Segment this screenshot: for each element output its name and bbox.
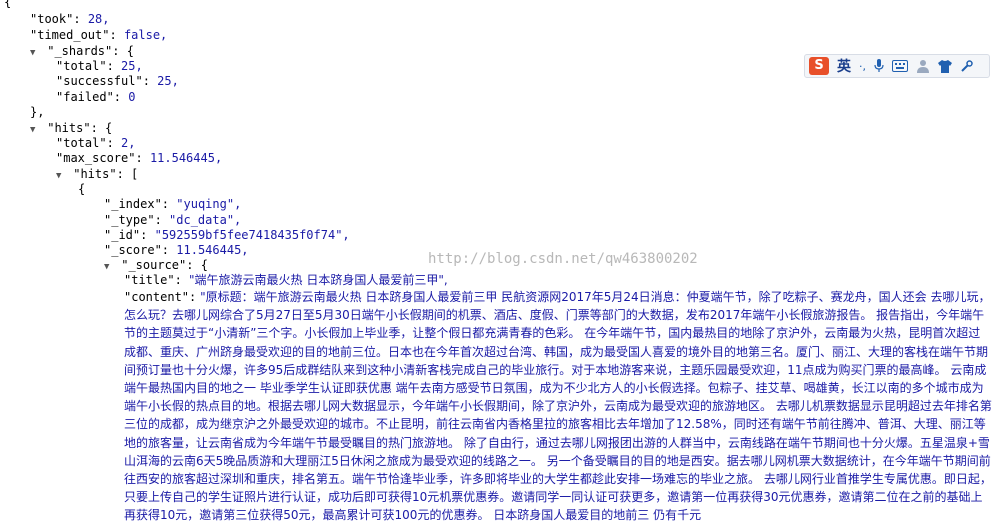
- hit-item-open-brace: {: [78, 182, 86, 196]
- collapse-toggle-icon[interactable]: ▼: [30, 45, 40, 62]
- hits-total-value: 2,: [121, 136, 136, 150]
- root-open-brace: {: [4, 0, 12, 9]
- hits-array-row[interactable]: ▼ "hits": [: [56, 166, 138, 183]
- shards-failed-value: 0: [128, 90, 136, 104]
- hits-array-open-bracket: [: [131, 167, 139, 181]
- source-open-brace: {: [200, 258, 208, 272]
- shards-successful-value: 25,: [157, 74, 179, 88]
- shards-key: "_shards":: [47, 44, 120, 58]
- content-key: "content":: [124, 290, 197, 304]
- max-score-value: 11.546445,: [149, 151, 223, 165]
- id-value: "592559bf5fee7418435f0f74",: [154, 228, 350, 242]
- shards-failed-row: "failed": 0: [56, 89, 136, 106]
- tools-icon[interactable]: [960, 59, 973, 73]
- title-value: "端午旅游云南最火热 日本跻身国人最爱前三甲",: [189, 273, 448, 287]
- title-key: "title":: [124, 273, 182, 287]
- collapse-toggle-icon[interactable]: ▼: [56, 168, 66, 185]
- max-score-row: "max_score": 11.546445,: [56, 150, 222, 167]
- hits-array-key: "hits":: [73, 167, 124, 181]
- shards-failed-key: "failed":: [56, 90, 122, 104]
- hits-open-brace: {: [105, 121, 113, 135]
- content-row: "content": "原标题：端午旅游云南最火热 日本跻身国人最爱前三甲 民航…: [124, 288, 992, 525]
- took-key: "took":: [30, 12, 81, 26]
- shirt-icon[interactable]: [938, 59, 952, 73]
- ime-toolbar[interactable]: S 英 ·,: [804, 54, 990, 78]
- index-row: "_index": "yuqing",: [104, 196, 241, 213]
- type-value: "dc_data",: [169, 213, 242, 227]
- index-value: "yuqing",: [176, 197, 242, 211]
- index-key: "_index":: [104, 197, 170, 211]
- keyboard-icon[interactable]: [892, 60, 908, 72]
- took-row: "took": 28,: [30, 11, 110, 28]
- watermark: http://blog.csdn.net/qw463800202: [428, 251, 698, 267]
- sogou-logo-icon[interactable]: S: [809, 57, 829, 75]
- punctuation-toggle[interactable]: ·,: [859, 60, 866, 73]
- shards-total-key: "total":: [56, 59, 114, 73]
- score-value: 11.546445,: [176, 243, 249, 257]
- took-value: 28,: [87, 12, 110, 26]
- title-row: "title": "端午旅游云南最火热 日本跻身国人最爱前三甲",: [124, 272, 448, 289]
- max-score-key: "max_score":: [56, 151, 143, 165]
- hits-key: "hits":: [47, 121, 98, 135]
- user-icon[interactable]: [916, 59, 930, 73]
- microphone-icon[interactable]: [874, 59, 884, 73]
- score-key: "_score":: [104, 243, 170, 257]
- collapse-toggle-icon[interactable]: ▼: [30, 122, 40, 139]
- hits-total-key: "total":: [56, 136, 114, 150]
- shards-total-value: 25,: [121, 59, 143, 73]
- shards-open-brace: {: [126, 44, 134, 58]
- source-key: "_source":: [121, 258, 194, 272]
- timed-out-value: false,: [123, 28, 168, 42]
- content-value: "原标题：端午旅游云南最火热 日本跻身国人最爱前三甲 民航资源网2017年5月2…: [124, 290, 992, 523]
- id-key: "_id":: [104, 228, 148, 242]
- type-key: "_type":: [104, 213, 162, 227]
- collapse-toggle-icon[interactable]: ▼: [104, 259, 114, 276]
- ime-mode-toggle[interactable]: 英: [837, 56, 851, 76]
- shards-successful-row: "successful": 25,: [56, 73, 179, 90]
- shards-successful-key: "successful":: [56, 74, 150, 88]
- timed-out-row: "timed_out": false,: [30, 27, 167, 44]
- timed-out-key: "timed_out":: [30, 28, 117, 42]
- shards-close: },: [30, 105, 45, 119]
